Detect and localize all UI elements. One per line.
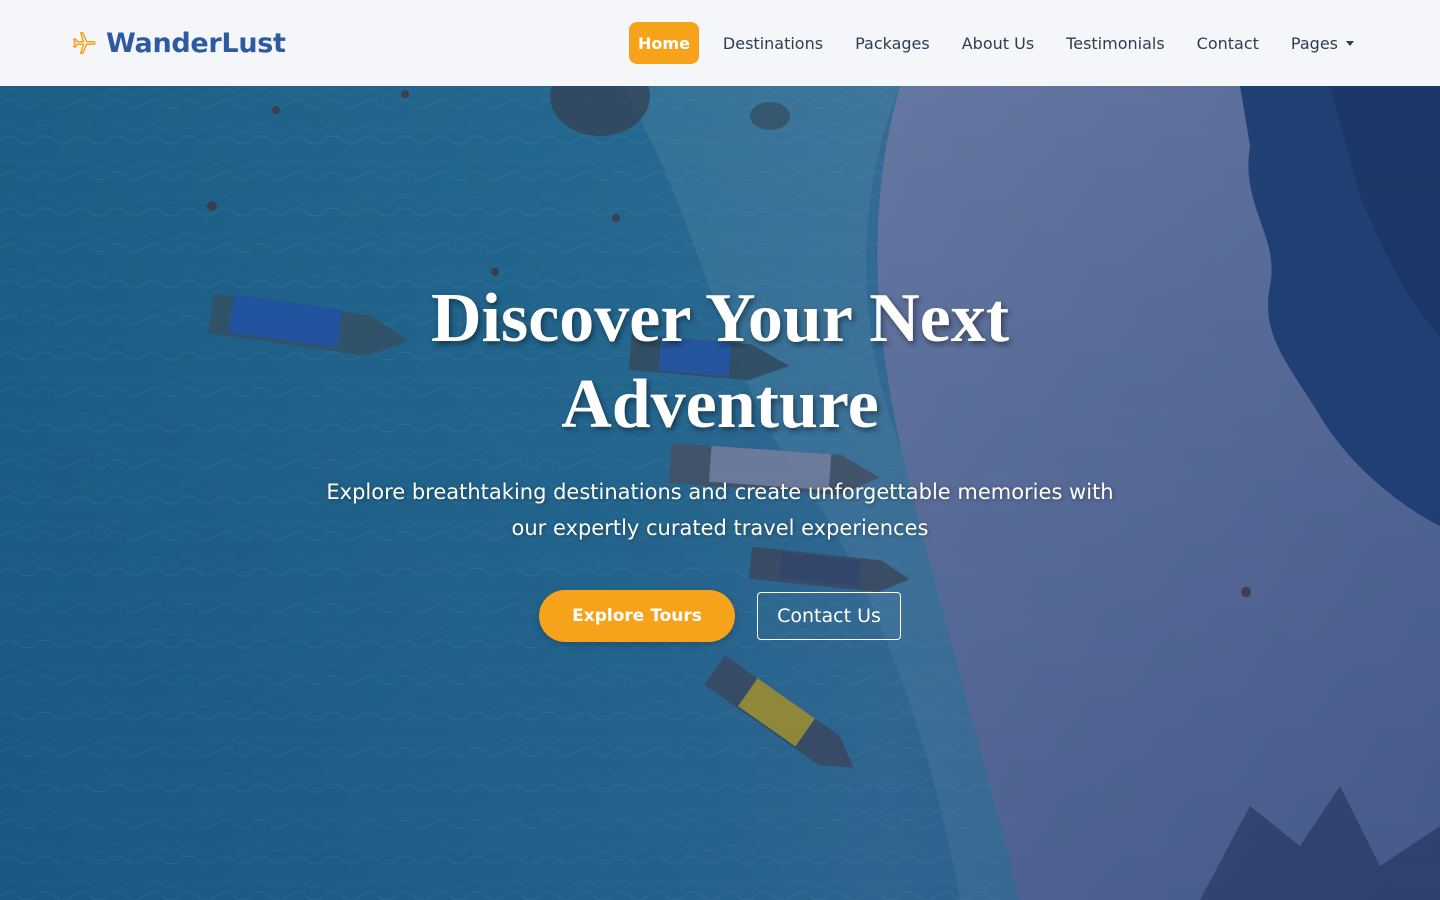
hero-section: Discover Your Next Adventure Explore bre… xyxy=(0,86,1440,900)
hero-content: Discover Your Next Adventure Explore bre… xyxy=(0,86,1440,900)
nav-item-pages-dropdown[interactable]: Pages xyxy=(1275,24,1370,63)
hero-buttons: Explore Tours Contact Us xyxy=(539,590,901,642)
airplane-icon xyxy=(70,29,98,57)
pages-dropdown-label: Pages xyxy=(1290,33,1338,53)
top-navbar: WanderLust Home Destinations Packages Ab… xyxy=(0,0,1440,86)
brand-logo[interactable]: WanderLust xyxy=(70,28,286,59)
explore-tours-button[interactable]: Explore Tours xyxy=(539,590,735,642)
brand-name: WanderLust xyxy=(106,27,286,59)
caret-down-icon xyxy=(1346,40,1354,46)
contact-us-button[interactable]: Contact Us xyxy=(757,592,901,640)
nav-item-home[interactable]: Home xyxy=(629,22,699,64)
hero-title: Discover Your Next Adventure xyxy=(430,280,1010,443)
nav-item-about-us[interactable]: About Us xyxy=(946,24,1050,63)
nav-item-packages[interactable]: Packages xyxy=(839,24,946,63)
nav-item-destinations[interactable]: Destinations xyxy=(707,24,839,63)
nav-item-testimonials[interactable]: Testimonials xyxy=(1050,24,1181,63)
nav-links: Home Destinations Packages About Us Test… xyxy=(629,0,1370,86)
nav-item-contact[interactable]: Contact xyxy=(1181,24,1275,63)
hero-subtitle: Explore breathtaking destinations and cr… xyxy=(326,480,1114,540)
